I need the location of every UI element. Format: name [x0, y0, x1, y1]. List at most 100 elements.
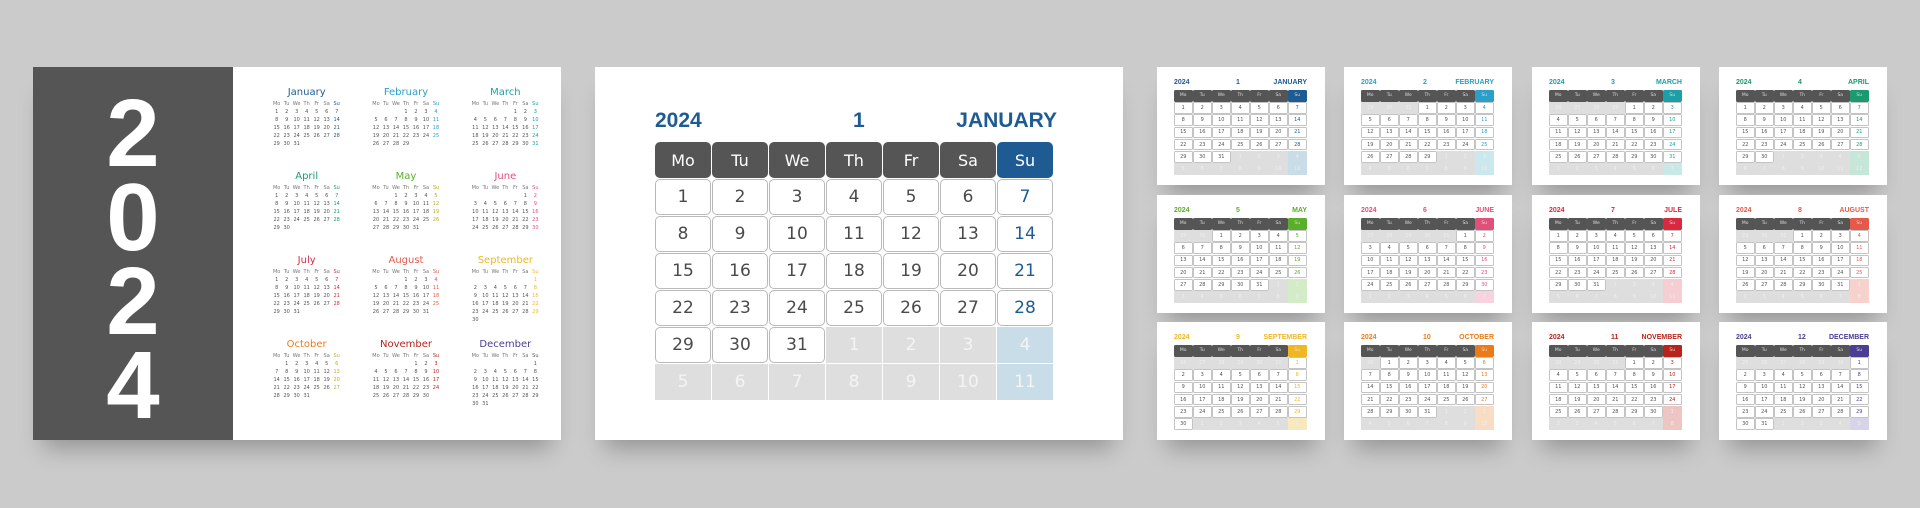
- adjacent-month-day[interactable]: 29: [1606, 102, 1625, 114]
- day-cell[interactable]: 18: [1549, 138, 1568, 151]
- day-cell[interactable]: 8: [1793, 242, 1812, 255]
- adjacent-month-day[interactable]: 7: [1250, 291, 1269, 303]
- day-cell[interactable]: 19: [1625, 254, 1644, 267]
- day-cell[interactable]: 12: [480, 124, 490, 132]
- day-cell[interactable]: 5: [1812, 102, 1831, 114]
- adjacent-month-day[interactable]: 7: [1587, 291, 1606, 303]
- day-cell[interactable]: 22: [520, 216, 530, 224]
- day-cell[interactable]: 28: [510, 224, 520, 232]
- day-cell[interactable]: 22: [510, 132, 520, 140]
- day-cell[interactable]: 16: [520, 124, 530, 132]
- adjacent-month-day[interactable]: 3: [1755, 291, 1774, 303]
- adjacent-month-day[interactable]: 5: [1793, 291, 1812, 303]
- day-cell[interactable]: 9: [401, 200, 411, 208]
- day-cell[interactable]: 21: [272, 384, 282, 392]
- day-cell[interactable]: 8: [655, 216, 711, 252]
- adjacent-month-day[interactable]: 3: [1475, 405, 1494, 418]
- day-cell[interactable]: 3: [431, 360, 441, 368]
- day-cell[interactable]: 12: [1361, 126, 1380, 139]
- adjacent-month-day[interactable]: 8: [1269, 291, 1288, 303]
- day-cell[interactable]: 23: [520, 132, 530, 140]
- day-cell[interactable]: 8: [1736, 114, 1755, 127]
- day-cell[interactable]: 27: [490, 140, 500, 148]
- day-cell[interactable]: 18: [431, 292, 441, 300]
- day-cell[interactable]: 10: [1831, 242, 1850, 255]
- day-cell[interactable]: [470, 108, 480, 116]
- adjacent-month-day[interactable]: 6: [1568, 291, 1587, 303]
- day-cell[interactable]: [302, 140, 312, 148]
- day-cell[interactable]: 8: [1212, 242, 1231, 255]
- day-cell[interactable]: 12: [490, 208, 500, 216]
- day-cell[interactable]: 24: [1456, 138, 1475, 151]
- day-cell[interactable]: 19: [1231, 393, 1250, 406]
- adjacent-month-day[interactable]: 3: [940, 327, 996, 363]
- day-cell[interactable]: 9: [1475, 242, 1494, 255]
- day-cell[interactable]: 11: [1475, 114, 1494, 127]
- day-cell[interactable]: 20: [1174, 266, 1193, 279]
- day-cell[interactable]: 25: [1774, 405, 1793, 418]
- day-cell[interactable]: 3: [480, 368, 490, 376]
- day-cell[interactable]: 23: [1193, 138, 1212, 151]
- day-cell[interactable]: [371, 276, 381, 284]
- day-cell[interactable]: 12: [500, 292, 510, 300]
- day-cell[interactable]: [470, 192, 480, 200]
- day-cell[interactable]: 7: [332, 276, 342, 284]
- adjacent-month-day[interactable]: 8: [1774, 163, 1793, 175]
- adjacent-month-day[interactable]: 1: [1774, 150, 1793, 163]
- day-cell[interactable]: 20: [322, 124, 332, 132]
- adjacent-month-day[interactable]: 26: [1549, 102, 1568, 114]
- day-cell[interactable]: 18: [302, 292, 312, 300]
- day-cell[interactable]: 15: [272, 208, 282, 216]
- day-cell[interactable]: 27: [1269, 138, 1288, 151]
- adjacent-month-day[interactable]: 26: [1755, 357, 1774, 369]
- day-cell[interactable]: 24: [470, 224, 480, 232]
- day-cell[interactable]: 9: [1399, 369, 1418, 382]
- adjacent-month-day[interactable]: 29: [1568, 357, 1587, 369]
- day-cell[interactable]: 6: [322, 108, 332, 116]
- day-cell[interactable]: 31: [292, 140, 302, 148]
- day-cell[interactable]: 13: [322, 200, 332, 208]
- day-cell[interactable]: 27: [332, 384, 342, 392]
- day-cell[interactable]: 20: [1644, 254, 1663, 267]
- day-cell[interactable]: 26: [1288, 266, 1307, 279]
- adjacent-month-day[interactable]: 1: [1606, 278, 1625, 291]
- day-cell[interactable]: 18: [480, 216, 490, 224]
- day-cell[interactable]: 12: [1736, 254, 1755, 267]
- day-cell[interactable]: 1: [1174, 102, 1193, 114]
- day-cell[interactable]: 16: [1644, 381, 1663, 394]
- day-cell[interactable]: 8: [520, 200, 530, 208]
- adjacent-month-day[interactable]: 5: [1174, 163, 1193, 175]
- day-cell[interactable]: 8: [411, 368, 421, 376]
- day-cell[interactable]: 19: [312, 124, 322, 132]
- adjacent-month-day[interactable]: 1: [1437, 150, 1456, 163]
- day-cell[interactable]: [510, 316, 520, 324]
- day-cell[interactable]: 6: [1755, 242, 1774, 255]
- day-cell[interactable]: 27: [510, 308, 520, 316]
- day-cell[interactable]: 24: [1831, 266, 1850, 279]
- day-cell[interactable]: 3: [302, 360, 312, 368]
- day-cell[interactable]: 20: [510, 384, 520, 392]
- day-cell[interactable]: 20: [381, 132, 391, 140]
- day-cell[interactable]: 26: [312, 300, 322, 308]
- day-cell[interactable]: 11: [1793, 114, 1812, 127]
- day-cell[interactable]: 27: [1380, 150, 1399, 163]
- day-cell[interactable]: 31: [769, 327, 825, 363]
- day-cell[interactable]: 4: [1606, 230, 1625, 242]
- day-cell[interactable]: 9: [1231, 242, 1250, 255]
- adjacent-month-day[interactable]: 7: [1418, 163, 1437, 175]
- adjacent-month-day[interactable]: 4: [1288, 150, 1307, 163]
- day-cell[interactable]: 19: [500, 384, 510, 392]
- day-cell[interactable]: 29: [1625, 150, 1644, 163]
- adjacent-month-day[interactable]: 2: [1736, 291, 1755, 303]
- adjacent-month-day[interactable]: 2: [1793, 150, 1812, 163]
- day-cell[interactable]: 3: [292, 108, 302, 116]
- day-cell[interactable]: 25: [1212, 405, 1231, 418]
- day-cell[interactable]: 11: [470, 124, 480, 132]
- day-cell[interactable]: 23: [1174, 405, 1193, 418]
- day-cell[interactable]: 10: [1212, 114, 1231, 127]
- day-cell[interactable]: 20: [371, 216, 381, 224]
- day-cell[interactable]: [500, 192, 510, 200]
- day-cell[interactable]: 22: [1625, 138, 1644, 151]
- day-cell[interactable]: 15: [391, 208, 401, 216]
- day-cell[interactable]: 20: [1587, 393, 1606, 406]
